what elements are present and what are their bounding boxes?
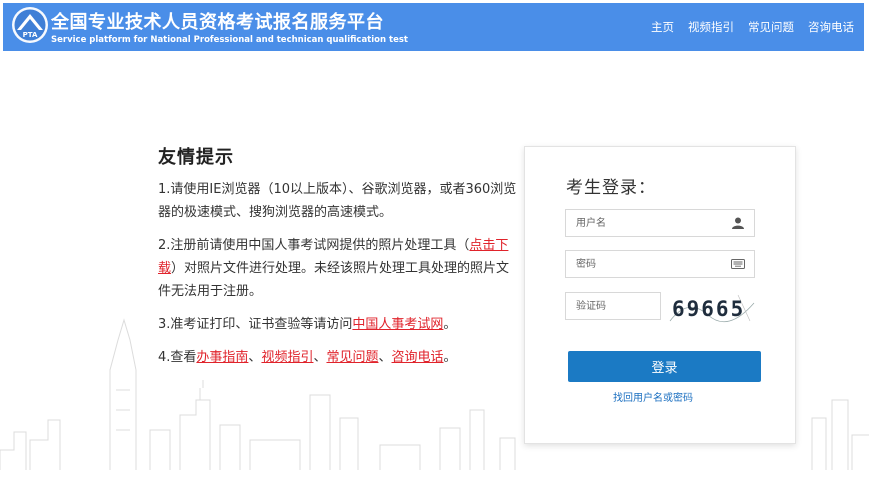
tip-view-pre: 4.查看: [158, 350, 197, 365]
login-title: 考生登录：: [566, 178, 656, 198]
captcha-field-box: [565, 292, 666, 320]
login-button[interactable]: 登录: [568, 351, 761, 382]
nav-contact-phone[interactable]: 咨询电话: [808, 19, 854, 35]
user-icon: [732, 217, 744, 229]
recover-account-link[interactable]: 找回用户名或密码: [613, 389, 693, 404]
tip-browser: 1.请使用IE浏览器（10以上版本）、谷歌浏览器，或者360浏览器的极速模式、搜…: [158, 182, 517, 220]
nav-video-guide[interactable]: 视频指引: [688, 19, 734, 35]
guide-link[interactable]: 办事指南: [196, 350, 248, 365]
login-panel: 考生登录： 69665 登录 找回用户名或密码: [524, 146, 796, 444]
video-guide-link[interactable]: 视频指引: [261, 350, 313, 365]
username-field-box: [565, 209, 755, 237]
tip-view-post: 。: [443, 350, 457, 365]
tip-photo-tool-post: ）对照片文件进行处理。未经该照片处理工具处理的照片文件无法用于注册。: [158, 261, 510, 299]
contact-phone-link[interactable]: 咨询电话: [392, 350, 444, 365]
tip-exam-site-pre: 3.准考证打印、证书查验等请访问: [158, 317, 353, 332]
nav-home[interactable]: 主页: [651, 19, 674, 35]
cpta-site-link[interactable]: 中国人事考试网: [352, 317, 443, 332]
password-field-box: [565, 250, 755, 278]
tip-view-links: 4.查看办事指南、视频指引、常见问题、咨询电话。: [158, 346, 518, 369]
site-title: 全国专业技术人员资格考试报名服务平台: [51, 12, 384, 33]
tip-photo-tool-pre: 2.注册前请使用中国人事考试网提供的照片处理工具（: [158, 238, 470, 253]
captcha-image[interactable]: 69665: [668, 291, 756, 327]
separator: 、: [248, 350, 262, 365]
pta-logo: PTA: [12, 7, 48, 43]
friendly-tips: 友情提示 1.请使用IE浏览器（10以上版本）、谷歌浏览器，或者360浏览器的极…: [158, 143, 518, 379]
separator: 、: [378, 350, 392, 365]
site-subtitle: Service platform for National Profession…: [51, 35, 408, 45]
keyboard-icon: [731, 259, 745, 269]
tip-photo-tool: 2.注册前请使用中国人事考试网提供的照片处理工具（点击下载）对照片文件进行处理。…: [158, 234, 518, 303]
tip-exam-site-post: 。: [443, 317, 457, 332]
tip-exam-site: 3.准考证打印、证书查验等请访问中国人事考试网。: [158, 313, 518, 336]
header-bar: PTA 全国专业技术人员资格考试报名服务平台 Service platform …: [3, 3, 864, 51]
password-input[interactable]: [566, 251, 736, 277]
nav-faq[interactable]: 常见问题: [748, 19, 794, 35]
captcha-input[interactable]: [566, 293, 666, 319]
top-nav: 主页 视频指引 常见问题 咨询电话: [651, 19, 854, 35]
logo-text: PTA: [23, 31, 38, 39]
tips-heading: 友情提示: [158, 147, 234, 168]
separator: 、: [313, 350, 327, 365]
captcha-code: 69665: [672, 297, 745, 321]
faq-link[interactable]: 常见问题: [326, 350, 378, 365]
username-input[interactable]: [566, 210, 736, 236]
